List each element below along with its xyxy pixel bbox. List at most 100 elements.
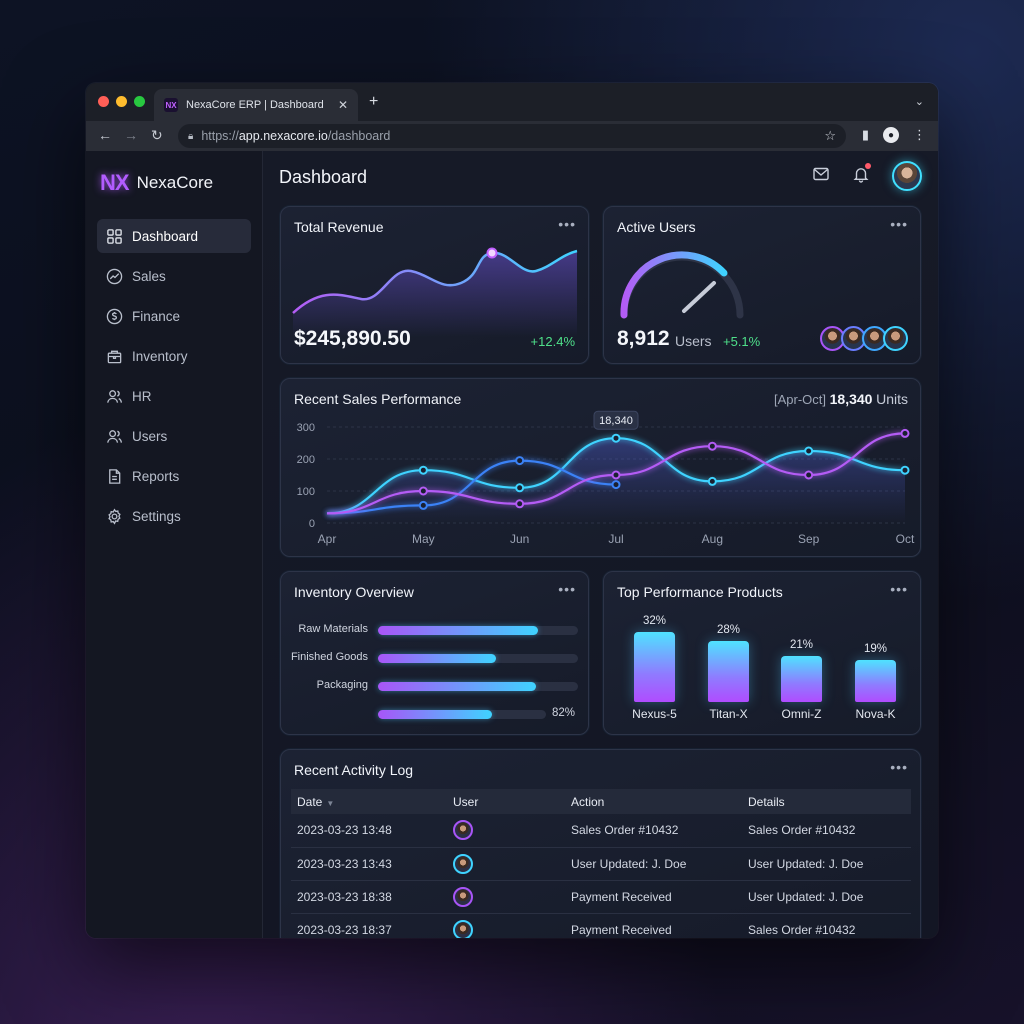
data-point	[515, 499, 525, 509]
back-icon[interactable]: ←	[98, 127, 112, 143]
more-options-icon[interactable]: •••	[890, 759, 908, 775]
browser-tab[interactable]: NX NexaCore ERP | Dashboard ✕	[154, 89, 358, 121]
more-options-icon[interactable]: •••	[558, 581, 576, 597]
main-content: Dashboard Total Revenue ••• $245,890.50 …	[263, 151, 938, 938]
notification-badge	[865, 162, 871, 169]
active-users-value: 8,912	[617, 327, 670, 350]
sidebar-item-finance[interactable]: Finance	[97, 299, 251, 333]
data-point	[515, 483, 525, 493]
new-tab-icon[interactable]: +	[369, 93, 378, 111]
data-point	[418, 486, 428, 496]
product-percent-label: 21%	[789, 639, 814, 652]
revenue-change: +12.4%	[530, 334, 575, 349]
product-bar-column[interactable]: 21% Omni-Z	[781, 639, 822, 721]
avatar[interactable]	[453, 919, 473, 938]
row-details: Sales Order #10432	[742, 913, 911, 938]
tab-close-icon[interactable]: ✕	[338, 98, 348, 112]
product-name-label: Nova-K	[855, 707, 896, 721]
table-row[interactable]: 2023-03-23 13:48 Sales Order #10432 Sale…	[291, 814, 911, 848]
gauge-needle	[682, 281, 716, 313]
column-header-date[interactable]: Date ▼	[291, 789, 447, 814]
url-field[interactable]: 🔒︎ https://app.nexacore.io/dashboard ☆	[178, 124, 846, 148]
sidebar-item-label: Finance	[132, 308, 181, 324]
brand-name: NexaCore	[136, 173, 214, 192]
minimize-window-button[interactable]	[116, 96, 127, 107]
sidebar-item-reports[interactable]: Reports	[97, 459, 251, 493]
row-date: 2023-03-23 18:37	[291, 913, 447, 938]
inventory-overview-card: Inventory Overview ••• Raw Materials Fin…	[280, 571, 589, 735]
brand[interactable]: NX NexaCore	[86, 169, 262, 197]
table-row[interactable]: 2023-03-23 13:43 User Updated: J. Doe Us…	[291, 847, 911, 881]
maximize-window-button[interactable]	[134, 96, 145, 107]
tab-title: NexaCore ERP | Dashboard	[186, 99, 324, 111]
inventory-bar	[378, 626, 538, 635]
sidebar-item-label: Reports	[132, 468, 180, 484]
sidebar-item-settings[interactable]: Settings	[97, 499, 251, 533]
profile-icon[interactable]: ●	[883, 127, 899, 143]
sales-line-chart: 0 100 200 300 Apr May Jun Jul Aug Sep Oct 18,340	[297, 410, 915, 546]
product-percent-label: 28%	[716, 623, 741, 636]
data-point	[418, 500, 428, 510]
x-tick-label: Jul	[608, 532, 623, 546]
avatar[interactable]	[453, 886, 473, 907]
revenue-highlight-point	[486, 247, 498, 259]
bell-icon[interactable]	[852, 162, 871, 188]
avatar[interactable]	[892, 161, 922, 191]
inventory-row: Finished Goods	[281, 648, 588, 668]
lock-icon: 🔒︎	[188, 130, 194, 142]
column-header-user[interactable]: User	[447, 789, 565, 814]
chevron-down-icon[interactable]: ⌄	[915, 95, 924, 108]
inventory-bar	[378, 654, 496, 663]
inventory-track	[378, 626, 578, 635]
app: NX NexaCore Dashboard Sales Finance Inve…	[86, 151, 938, 938]
sidebar-toggle-icon[interactable]: ▮	[862, 127, 869, 143]
brand-logo: NX	[100, 170, 130, 195]
sidebar-item-label: Dashboard	[132, 228, 199, 244]
x-tick-label: Aug	[702, 532, 723, 546]
close-window-button[interactable]	[98, 96, 109, 107]
sidebar-item-label: Inventory	[132, 348, 188, 364]
avatar[interactable]	[453, 820, 473, 841]
x-tick-label: May	[412, 532, 435, 546]
product-percent-label: 32%	[642, 615, 667, 627]
window-controls	[98, 96, 145, 107]
avatar	[883, 326, 908, 351]
tooltip-label: 18,340	[599, 415, 633, 427]
sidebar-nav: Dashboard Sales Finance Inventory HR Use…	[86, 219, 262, 533]
inventory-bar	[378, 710, 493, 719]
inventory-row: Packaging	[281, 676, 588, 696]
favicon-icon: NX	[164, 98, 178, 112]
product-bar-column[interactable]: 19% Nova-K	[855, 643, 896, 721]
row-details: Sales Order #10432	[742, 814, 911, 848]
column-header-details[interactable]: Details	[742, 789, 911, 814]
sidebar-item-inventory[interactable]: Inventory	[97, 339, 251, 373]
sidebar-item-dashboard[interactable]: Dashboard	[97, 219, 251, 253]
activity-log-card: Recent Activity Log ••• Date ▼ User Actio…	[280, 749, 921, 938]
product-bar-column[interactable]: 32% Nexus-5	[632, 615, 677, 721]
reload-icon[interactable]: ↻	[151, 127, 163, 144]
sidebar-item-sales[interactable]: Sales	[97, 259, 251, 293]
column-header-action[interactable]: Action	[565, 789, 742, 814]
table-row[interactable]: 2023-03-23 18:37 Payment Received Sales …	[291, 913, 911, 938]
mail-icon[interactable]	[812, 165, 830, 188]
dollar-icon	[105, 307, 123, 325]
forward-icon[interactable]: →	[124, 127, 138, 143]
product-bar-column[interactable]: 28% Titan-X	[708, 623, 749, 721]
product-name-label: Titan-X	[709, 707, 748, 721]
trend-icon	[105, 267, 123, 285]
data-point	[611, 480, 621, 490]
sidebar-item-hr[interactable]: HR	[97, 379, 251, 413]
table-header-row: Date ▼ User Action Details	[291, 789, 911, 814]
top-products-card: Top Performance Products ••• 32% Nexus-5 2…	[603, 571, 921, 735]
sort-desc-icon[interactable]: ▼	[326, 799, 334, 808]
table-row[interactable]: 2023-03-23 18:38 Payment Received User U…	[291, 880, 911, 914]
total-revenue-card: Total Revenue ••• $245,890.50 +12.4%	[280, 206, 589, 364]
activity-table: Date ▼ User Action Details 2023-03-23 13:…	[291, 789, 911, 938]
browser-menu-icon[interactable]: ⋮	[913, 127, 926, 143]
inventory-label: Finished Goods	[290, 651, 368, 663]
avatar[interactable]	[453, 853, 473, 874]
bookmark-star-icon[interactable]: ☆	[824, 128, 836, 144]
row-action: Payment Received	[565, 913, 742, 938]
sidebar-item-users[interactable]: Users	[97, 419, 251, 453]
user-avatar-group[interactable]	[820, 326, 908, 351]
